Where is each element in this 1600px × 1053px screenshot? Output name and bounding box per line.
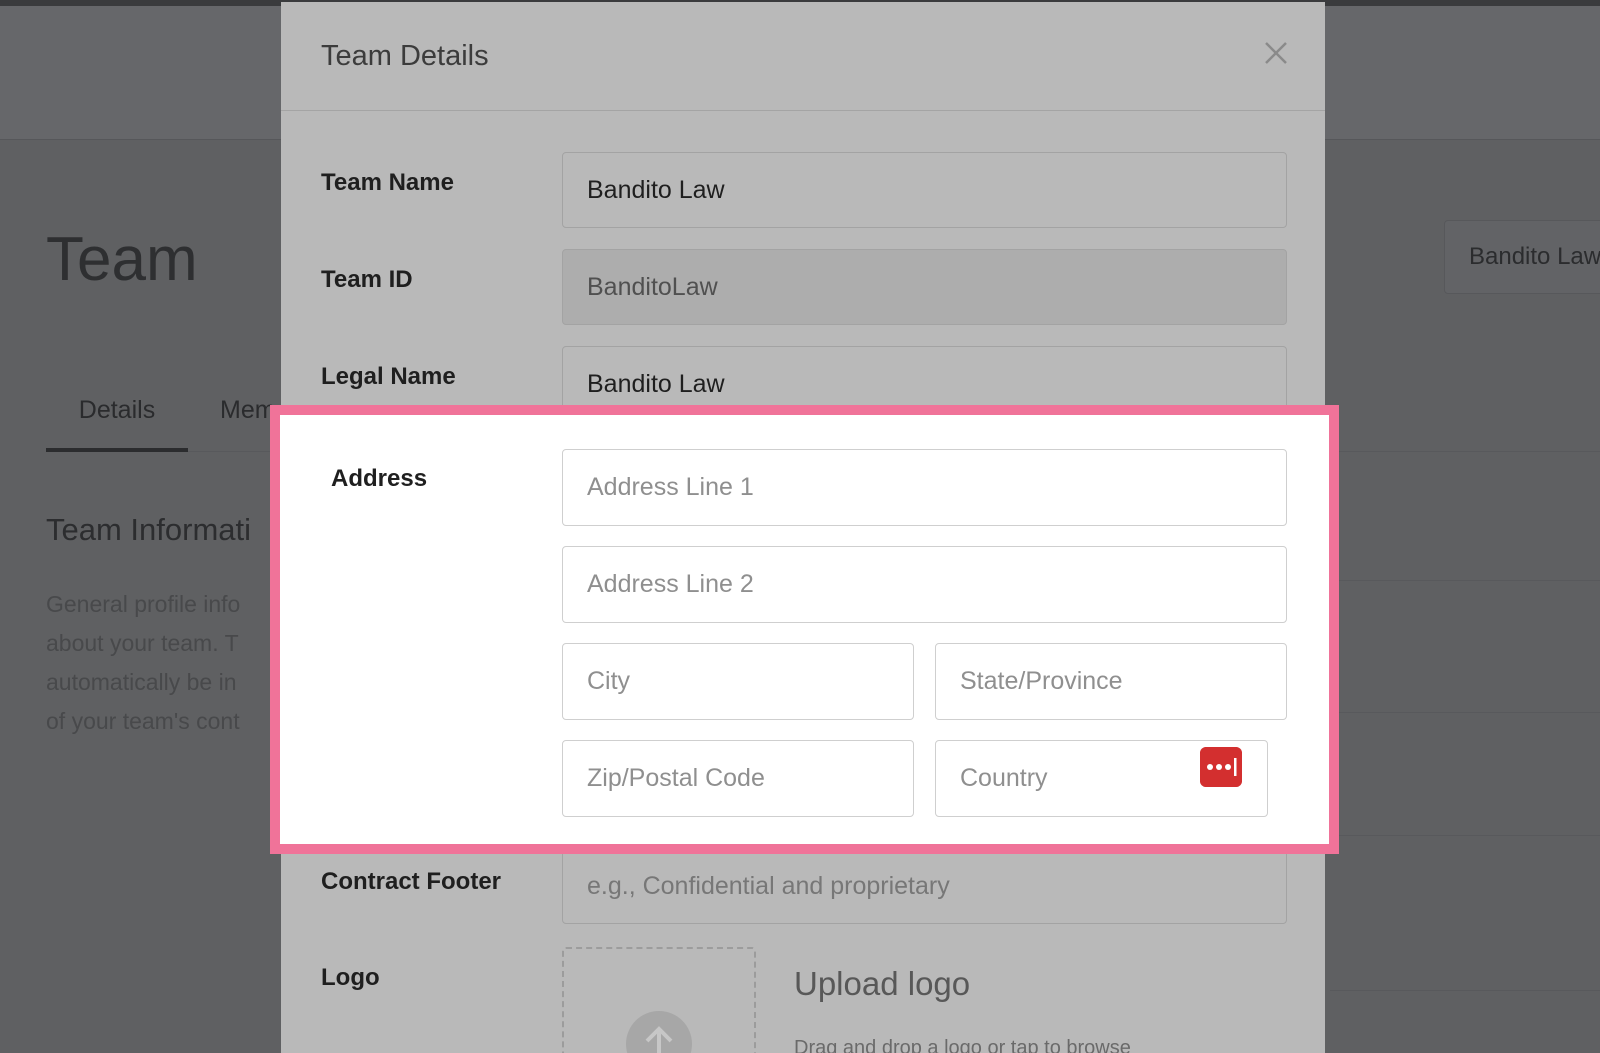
divider [1330, 580, 1600, 581]
upload-title: Upload logo [794, 965, 971, 1002]
team-switcher-button[interactable]: Bandito Law [1444, 220, 1600, 294]
tab-members[interactable]: Mem [220, 392, 276, 452]
zip-postal-code-input[interactable] [562, 740, 914, 817]
city-input[interactable] [562, 643, 914, 720]
team-name-input[interactable] [562, 152, 1287, 228]
team-name-label: Team Name [321, 169, 454, 196]
divider [1330, 835, 1600, 836]
contract-footer-label: Contract Footer [321, 868, 501, 895]
password-manager-icon[interactable] [1200, 747, 1242, 787]
team-id-label: Team ID [321, 266, 413, 293]
divider [1330, 990, 1600, 991]
address-label: Address [331, 465, 428, 492]
contract-footer-input[interactable] [562, 848, 1287, 924]
upload-description: Drag and drop a logo or tap to browse [794, 1037, 1131, 1053]
tab-details[interactable]: Details [46, 392, 188, 452]
address-section-highlight: Address [270, 405, 1339, 854]
page-title: Team [46, 225, 198, 294]
section-title: Team Informati [46, 512, 252, 547]
divider [1330, 712, 1600, 713]
section-description-line: of your team's cont [46, 708, 240, 734]
address-line-1-input[interactable] [562, 449, 1287, 526]
section-description-line: General profile info [46, 591, 241, 617]
logo-label: Logo [321, 964, 380, 991]
state-province-input[interactable] [935, 643, 1287, 720]
close-icon[interactable] [1259, 36, 1293, 70]
section-description-line: about your team. T [46, 630, 239, 656]
address-line-2-input[interactable] [562, 546, 1287, 623]
modal-title: Team Details [321, 40, 489, 72]
logo-upload-dropzone[interactable] [562, 947, 756, 1053]
legal-name-label: Legal Name [321, 363, 456, 390]
section-description-line: automatically be in [46, 669, 237, 695]
modal-header: Team Details [281, 2, 1325, 111]
team-id-input [562, 249, 1287, 325]
upload-arrow-icon [626, 1011, 692, 1053]
section-description: General profile info about your team. T … [46, 585, 286, 741]
